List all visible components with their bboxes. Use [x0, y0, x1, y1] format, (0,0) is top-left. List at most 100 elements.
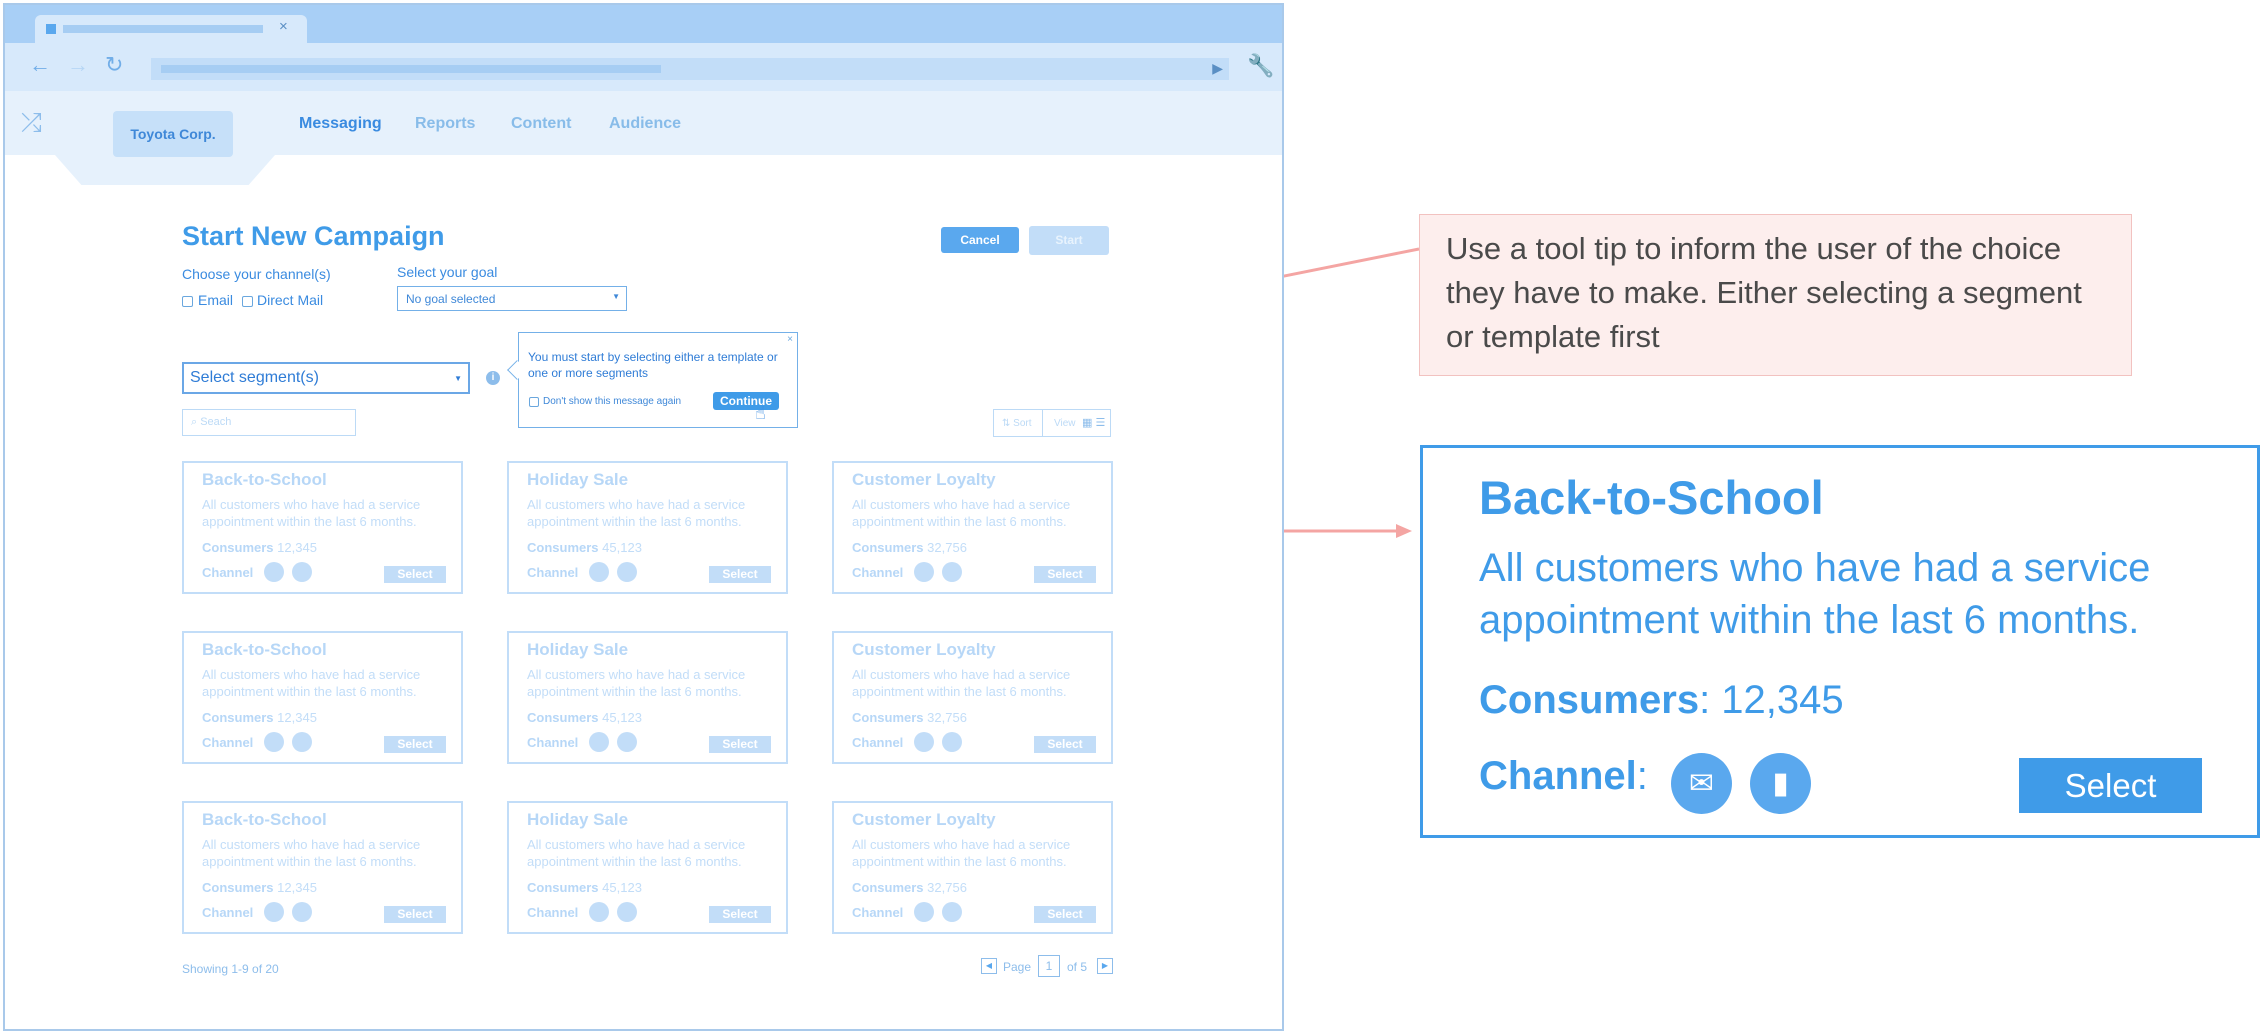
org-selector[interactable]: Toyota Corp. — [113, 111, 233, 157]
channel-label: Channel — [852, 735, 904, 750]
card-consumers: Consumers 45,123 — [527, 540, 642, 555]
reload-icon[interactable]: ↻ — [105, 54, 123, 76]
consumers-value: 32,756 — [927, 880, 967, 895]
mail-icon — [589, 902, 609, 922]
browser-window: × ← → ↻ ▶ 🔧 ⤮ Toyota Corp. Messaging Rep… — [3, 3, 1284, 1031]
card-title: Holiday Sale — [527, 640, 629, 659]
nav-messaging[interactable]: Messaging — [299, 115, 382, 133]
segment-card[interactable]: Holiday Sale All customers who have had a… — [507, 461, 788, 594]
pagination: ◀ Page 1 of 5 ▶ — [981, 955, 1113, 979]
segment-card[interactable]: Holiday Sale All customers who have had a… — [507, 801, 788, 934]
back-icon[interactable]: ← — [29, 54, 51, 76]
search-input[interactable]: ⌕ Seach — [182, 409, 356, 436]
card-consumers: Consumers 12,345 — [202, 710, 317, 725]
grid-list-icon[interactable]: ▦ ☰ — [1082, 416, 1105, 429]
mailbox-icon — [292, 732, 312, 752]
annotation-note: Use a tool tip to inform the user of the… — [1419, 214, 2132, 376]
address-bar[interactable]: ▶ — [151, 58, 1229, 80]
card-select-button[interactable]: Select — [384, 566, 446, 583]
card-consumers: Consumers 12,345 — [202, 880, 317, 895]
info-icon[interactable]: i — [486, 371, 500, 385]
segment-card[interactable]: Holiday Sale All customers who have had a… — [507, 631, 788, 764]
segment-card[interactable]: Customer Loyalty All customers who have h… — [832, 461, 1113, 594]
card-consumers: Consumers 12,345 — [202, 540, 317, 555]
consumers-value: 32,756 — [927, 710, 967, 725]
brand-tab-shape — [55, 155, 275, 185]
continue-button[interactable]: Continue — [713, 392, 779, 410]
card-consumers: Consumers 32,756 — [852, 540, 967, 555]
card-select-button[interactable]: Select — [1034, 906, 1096, 923]
browser-tab[interactable]: × — [35, 15, 307, 43]
consumers-value: 45,123 — [602, 710, 642, 725]
zoom-consumers: Consumers: 12,345 — [1479, 678, 1844, 723]
zoom-channel-label: Channel — [1479, 754, 1637, 798]
start-button[interactable]: Start — [1029, 226, 1109, 255]
goal-label: Select your goal — [397, 264, 498, 280]
card-select-button[interactable]: Select — [709, 906, 771, 923]
consumers-label: Consumers — [202, 540, 274, 555]
tooltip: × You must start by selecting either a t… — [507, 332, 798, 428]
dont-show-checkbox[interactable] — [529, 397, 539, 407]
card-title: Customer Loyalty — [852, 640, 996, 659]
mail-icon: ✉ — [1671, 753, 1732, 814]
consumers-label: Consumers — [527, 710, 599, 725]
consumers-value: 12,345 — [277, 710, 317, 725]
card-select-button[interactable]: Select — [384, 906, 446, 923]
card-select-button[interactable]: Select — [709, 736, 771, 753]
mail-icon — [914, 562, 934, 582]
play-icon[interactable]: ▶ — [1212, 60, 1223, 77]
consumers-value: 45,123 — [602, 540, 642, 555]
close-icon[interactable]: × — [787, 334, 793, 345]
segment-card[interactable]: Customer Loyalty All customers who have h… — [832, 801, 1113, 934]
card-select-button[interactable]: Select — [709, 566, 771, 583]
card-select-button[interactable]: Select — [1034, 566, 1096, 583]
card-select-button[interactable]: Select — [384, 736, 446, 753]
search-icon: ⌕ — [191, 416, 201, 428]
direct-mail-label: Direct Mail — [257, 292, 324, 308]
nav-audience[interactable]: Audience — [609, 115, 681, 133]
card-consumers: Consumers 32,756 — [852, 710, 967, 725]
card-consumers: Consumers 45,123 — [527, 710, 642, 725]
sort-button[interactable]: ⇅ Sort — [1002, 418, 1032, 429]
tab-close-icon[interactable]: × — [279, 18, 288, 35]
channel-label: Channel — [202, 565, 254, 580]
consumers-value: 32,756 — [927, 540, 967, 555]
segment-card[interactable]: Back-to-School All customers who have had… — [182, 631, 463, 764]
results-count: Showing 1-9 of 20 — [182, 962, 279, 976]
zoomed-card: Back-to-School All customers who have ha… — [1420, 445, 2260, 838]
mailbox-icon — [617, 562, 637, 582]
channel-label: Channel — [527, 565, 579, 580]
wrench-icon[interactable]: 🔧 — [1247, 53, 1274, 79]
card-description: All customers who have had a service app… — [527, 837, 746, 869]
channel-label: Channel — [852, 565, 904, 580]
page-number-input[interactable]: 1 — [1038, 955, 1060, 977]
goal-select[interactable]: No goal selected ▼ — [397, 286, 627, 311]
consumers-label: Consumers — [527, 540, 599, 555]
goal-value: No goal selected — [406, 292, 496, 306]
prev-page-icon[interactable]: ◀ — [981, 958, 997, 974]
zoom-channel: Channel: — [1479, 754, 1648, 799]
consumers-label: Consumers — [852, 880, 924, 895]
zoom-consumers-label: Consumers — [1479, 678, 1700, 722]
segment-card[interactable]: Customer Loyalty All customers who have h… — [832, 631, 1113, 764]
nav-reports[interactable]: Reports — [415, 115, 475, 133]
mailbox-icon — [617, 902, 637, 922]
consumers-value: 12,345 — [277, 540, 317, 555]
shuffle-icon[interactable]: ⤮ — [21, 107, 42, 139]
cancel-button[interactable]: Cancel — [941, 227, 1019, 253]
nav-content[interactable]: Content — [511, 115, 571, 133]
next-page-icon[interactable]: ▶ — [1097, 958, 1113, 974]
email-checkbox[interactable] — [182, 296, 193, 307]
segment-card[interactable]: Back-to-School All customers who have had… — [182, 461, 463, 594]
direct-mail-checkbox[interactable] — [242, 296, 253, 307]
forward-icon[interactable]: → — [67, 54, 89, 76]
channel-label: Channel — [527, 735, 579, 750]
card-description: All customers who have had a service app… — [527, 667, 746, 699]
segment-select[interactable]: Select segment(s) ▼ — [182, 362, 470, 394]
mail-icon — [589, 732, 609, 752]
zoom-select-button[interactable]: Select — [2019, 758, 2202, 813]
dont-show-label: Don't show this message again — [543, 396, 682, 407]
mailbox-icon — [292, 562, 312, 582]
segment-card[interactable]: Back-to-School All customers who have had… — [182, 801, 463, 934]
card-select-button[interactable]: Select — [1034, 736, 1096, 753]
